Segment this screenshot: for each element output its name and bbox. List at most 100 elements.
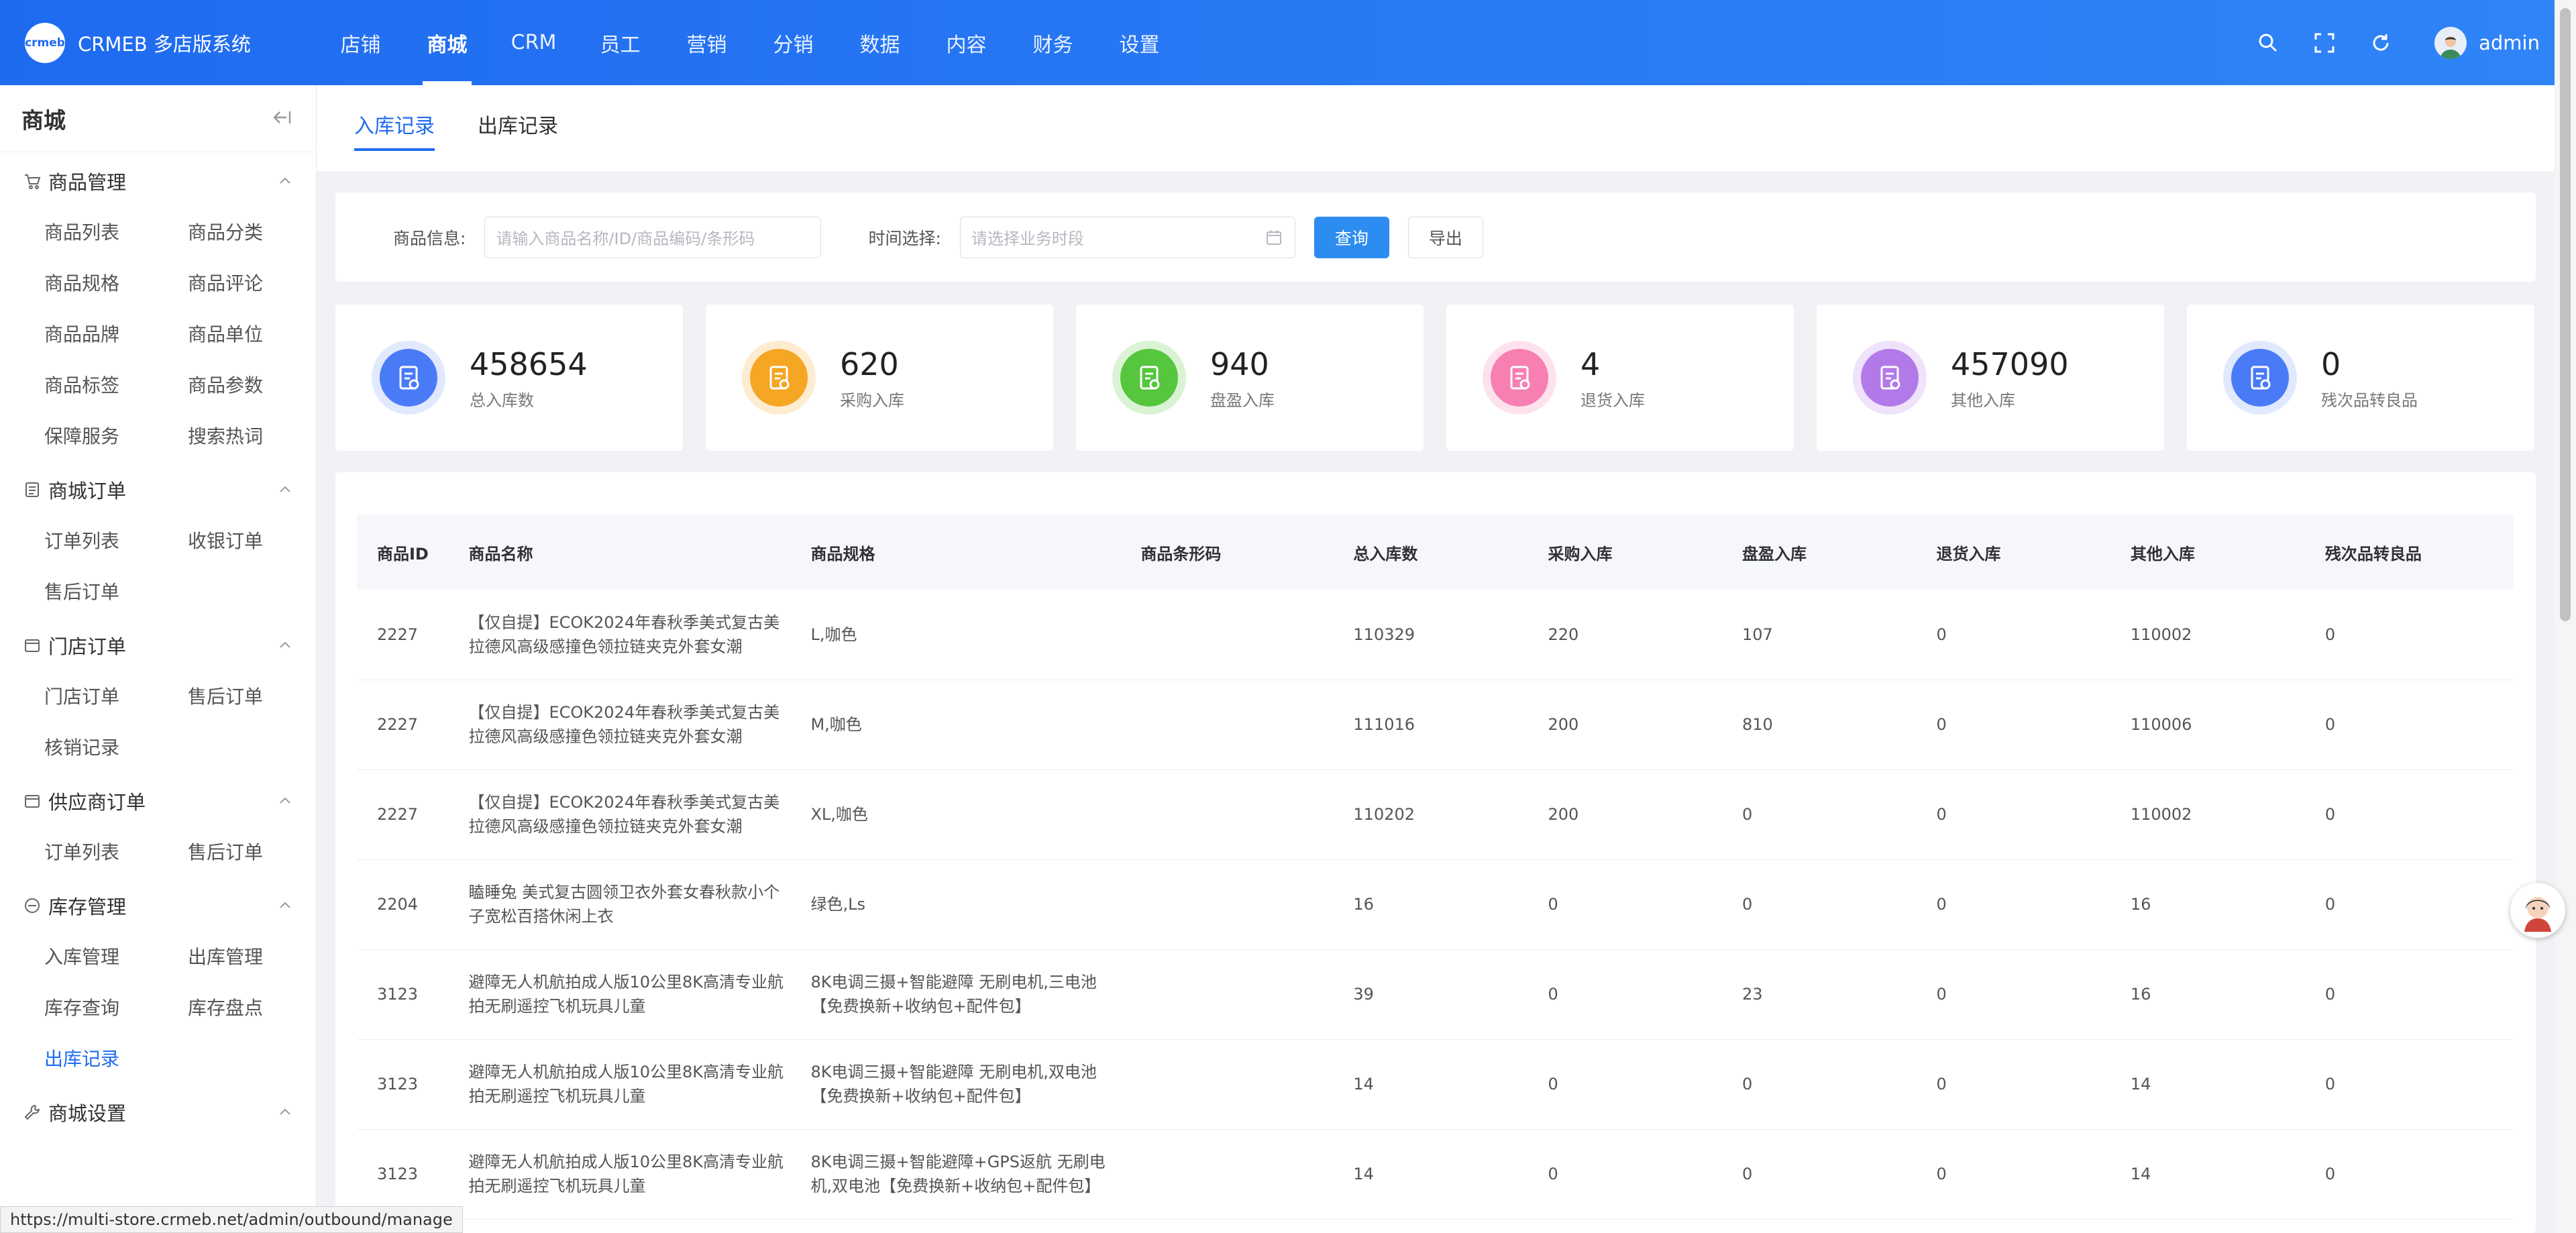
table-row[interactable]: 2227 【仅自提】ECOK2024年春秋季美式复古美拉德风高级感撞色领拉链夹克外… — [357, 769, 2514, 860]
cell-text: 16 — [2130, 985, 2151, 1004]
column-header[interactable]: 盘盈入库 — [1722, 515, 1917, 590]
topnav-item-shop[interactable]: 店铺 — [317, 0, 404, 85]
column-header[interactable]: 其他入库 — [2110, 515, 2305, 590]
table-cell: 220 — [1527, 590, 1722, 680]
topnav-item-content[interactable]: 内容 — [923, 0, 1010, 85]
sidebar-item[interactable]: 门店订单 — [44, 670, 188, 721]
date-range-picker[interactable]: 请选择业务时段 — [959, 216, 1295, 258]
table-cell: 8K电调三摄+智能避障+GPS返航 无刷电机,双电池【免费换新+收纳包+配件包】 — [790, 1129, 1121, 1220]
stat-value: 0 — [2321, 345, 2341, 382]
filter-panel: 商品信息: 请输入商品名称/ID/商品编码/条形码 时间选择: 请选择业务时段 … — [335, 193, 2536, 282]
cell-text: 0 — [1548, 895, 1558, 914]
column-header[interactable]: 商品条形码 — [1120, 515, 1334, 590]
sidebar-item[interactable]: 搜索热词 — [188, 410, 316, 461]
sidebar-item[interactable]: 订单列表 — [44, 826, 188, 877]
table-row[interactable]: 2227 【仅自提】ECOK2024年春秋季美式复古美拉德风高级感撞色领拉链夹克外… — [357, 680, 2514, 770]
column-header[interactable]: 残次品转良品 — [2304, 515, 2514, 590]
table-cell — [1120, 1039, 1334, 1130]
tab-inbound-records[interactable]: 入库记录 — [354, 85, 435, 171]
sidebar-item[interactable]: 入库管理 — [44, 930, 188, 981]
table-cell: 0 — [1916, 859, 2110, 950]
sidebar-item[interactable]: 商品列表 — [44, 206, 188, 257]
chevron-up-icon — [278, 795, 292, 808]
sidebar-item[interactable]: 库存盘点 — [188, 981, 316, 1032]
tab-outbound-records[interactable]: 出库记录 — [478, 85, 558, 171]
topnav-item-marketing[interactable]: 营销 — [663, 0, 750, 85]
sidebar-item[interactable]: 出库记录 — [44, 1032, 188, 1083]
table-row[interactable]: 3123 避障无人机航拍成人版10公里8K高清专业航拍无刷遥控飞机玩具儿童 8K电调… — [357, 1039, 2514, 1130]
sidebar-group-mall-orders[interactable]: 商城订单 — [0, 465, 316, 515]
sidebar-item[interactable]: 商品参数 — [188, 359, 316, 410]
cell-text: 110002 — [2130, 625, 2192, 644]
product-search-input[interactable]: 请输入商品名称/ID/商品编码/条形码 — [484, 216, 822, 258]
table-cell: 2227 — [357, 590, 449, 680]
column-header[interactable]: 总入库数 — [1333, 515, 1528, 590]
sidebar-item[interactable]: 出库管理 — [188, 930, 316, 981]
sidebar-group-supplier-orders[interactable]: 供应商订单 — [0, 776, 316, 826]
stat-value: 4 — [1580, 345, 1601, 382]
table-cell: 0 — [2304, 590, 2514, 680]
customer-service-avatar-icon[interactable] — [2510, 883, 2565, 938]
stat-icon-ring — [2223, 341, 2297, 415]
table-row[interactable]: 3123 避障无人机航拍成人版10公里8K高清专业航拍无刷遥控飞机玩具儿童 8K电调… — [357, 1129, 2514, 1220]
table-cell: 39 — [1333, 949, 1528, 1040]
cell-text: 2227 — [377, 715, 419, 734]
table-cell: 0 — [1527, 949, 1722, 1040]
sidebar-item[interactable]: 售后订单 — [44, 566, 188, 616]
sidebar-group-inventory-management[interactable]: 库存管理 — [0, 881, 316, 930]
topnav-item-crm[interactable]: CRM — [490, 0, 577, 85]
topnav-item-data[interactable]: 数据 — [837, 0, 923, 85]
sidebar-item[interactable]: 商品单位 — [188, 308, 316, 359]
topnav-item-settings[interactable]: 设置 — [1096, 0, 1183, 85]
export-button[interactable]: 导出 — [1407, 216, 1483, 258]
stat-card: 4 退货入库 — [1446, 305, 1794, 451]
table-row[interactable]: 3123 避障无人机航拍成人版10公里8K高清专业航拍无刷遥控飞机玩具儿童 8K电调… — [357, 949, 2514, 1040]
column-header[interactable]: 商品ID — [357, 515, 449, 590]
sidebar-item[interactable]: 商品品牌 — [44, 308, 188, 359]
collapse-sidebar-icon[interactable] — [272, 109, 292, 128]
sidebar-item[interactable]: 售后订单 — [188, 826, 316, 877]
sidebar-item[interactable]: 核销记录 — [44, 721, 188, 772]
admin-username[interactable]: admin — [2479, 32, 2540, 54]
sidebar-item[interactable]: 商品规格 — [44, 257, 188, 308]
sidebar-item[interactable]: 商品评论 — [188, 257, 316, 308]
stat-text: 457090 其他入库 — [1951, 345, 2069, 411]
topnav-item-distribution[interactable]: 分销 — [750, 0, 837, 85]
sidebar-item[interactable]: 商品分类 — [188, 206, 316, 257]
fullscreen-icon[interactable] — [2296, 15, 2353, 71]
sidebar-item[interactable]: 库存查询 — [44, 981, 188, 1032]
sidebar-item[interactable]: 收银订单 — [188, 515, 316, 566]
query-button[interactable]: 查询 — [1313, 216, 1389, 258]
sidebar-group-product-management[interactable]: 商品管理 — [0, 156, 316, 206]
sidebar-group-store-orders[interactable]: 门店订单 — [0, 621, 316, 670]
table-row[interactable]: 2227 【仅自提】ECOK2024年春秋季美式复古美拉德风高级感撞色领拉链夹克外… — [357, 590, 2514, 680]
topnav-item-finance[interactable]: 财务 — [1010, 0, 1096, 85]
column-header[interactable]: 商品规格 — [790, 515, 1121, 590]
page-scrollbar[interactable] — [2555, 0, 2576, 1233]
sidebar-item[interactable]: 保障服务 — [44, 410, 188, 461]
table-row[interactable]: 2204 瞌睡兔 美式复古圆领卫衣外套女春秋款小个子宽松百搭休闲上衣 绿色,Ls 16… — [357, 859, 2514, 950]
cell-text: 0 — [1548, 1165, 1558, 1183]
refresh-icon[interactable] — [2353, 15, 2409, 71]
topnav-item-staff[interactable]: 员工 — [577, 0, 663, 85]
sidebar-item[interactable]: 商品标签 — [44, 359, 188, 410]
sidebar-group-mall-settings[interactable]: 商城设置 — [0, 1087, 316, 1137]
sidebar-group-title: 门店订单 — [48, 635, 127, 658]
cell-text: 避障无人机航拍成人版10公里8K高清专业航拍无刷遥控飞机玩具儿童 — [468, 973, 784, 1016]
table-cell: 【仅自提】ECOK2024年春秋季美式复古美拉德风高级感撞色领拉链夹克外套女潮 — [448, 769, 791, 860]
sidebar-item[interactable]: 订单列表 — [44, 515, 188, 566]
cell-text: 0 — [2324, 985, 2336, 1004]
cell-text: 0 — [1936, 805, 1947, 824]
column-header[interactable]: 退货入库 — [1916, 515, 2110, 590]
cell-text: 0 — [2324, 805, 2336, 824]
avatar[interactable] — [2434, 26, 2467, 59]
column-header[interactable]: 商品名称 — [448, 515, 791, 590]
brand[interactable]: crmeb CRMEB 多店版系统 — [25, 22, 317, 63]
search-icon[interactable] — [2240, 15, 2296, 71]
column-header[interactable]: 采购入库 — [1527, 515, 1722, 590]
topnav-item-mall[interactable]: 商城 — [404, 0, 490, 85]
sidebar-item[interactable]: 售后订单 — [188, 670, 316, 721]
product-search-placeholder: 请输入商品名称/ID/商品编码/条形码 — [496, 229, 755, 248]
scrollbar-thumb[interactable] — [2560, 8, 2571, 621]
stat-icon-ring — [1853, 341, 1927, 415]
